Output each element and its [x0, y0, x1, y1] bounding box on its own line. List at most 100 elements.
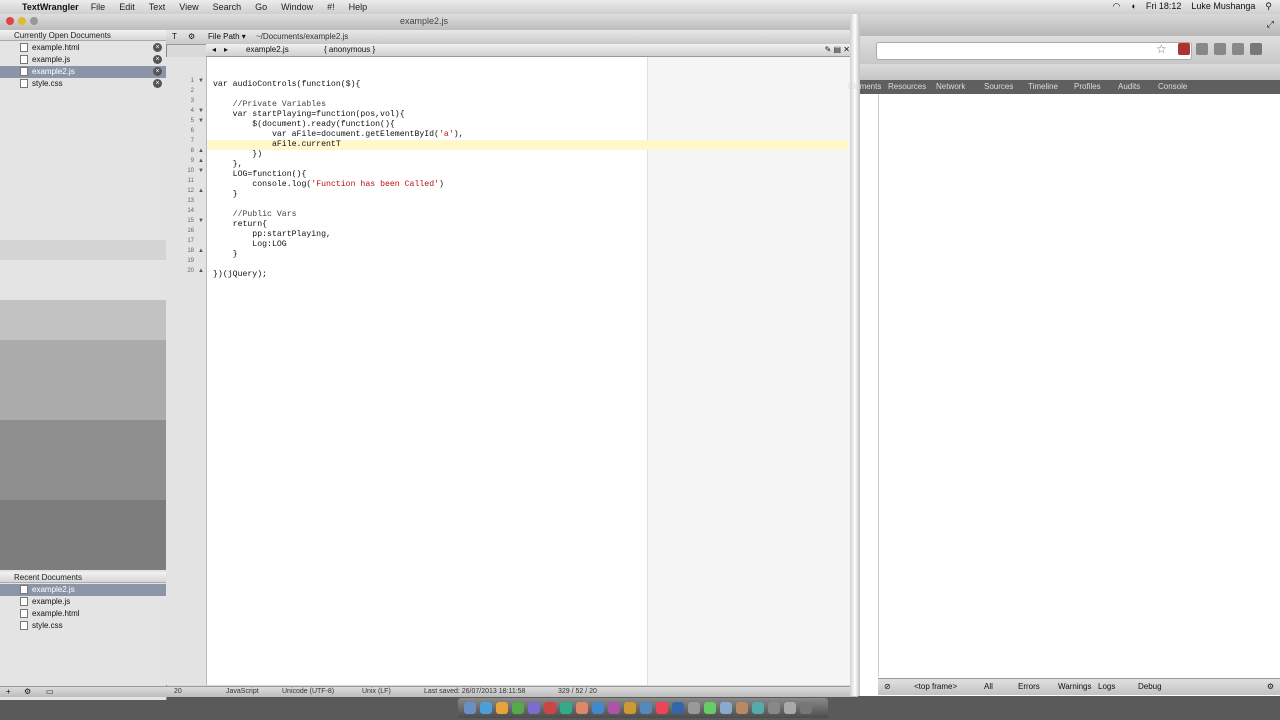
code-line[interactable]: }, — [207, 160, 855, 170]
code-line[interactable] — [207, 200, 855, 210]
devtools-tab[interactable]: Timeline — [1028, 80, 1058, 94]
menu-item[interactable]: File — [91, 2, 106, 12]
dock-app-icon[interactable] — [752, 702, 764, 714]
user-menu[interactable]: Luke Mushanga — [1191, 1, 1255, 12]
counterpart-icon[interactable]: ✎ ▤ ✕ — [825, 44, 850, 56]
fold-toggle-icon[interactable]: ▲ — [197, 146, 205, 156]
code-line[interactable]: //Public Vars — [207, 210, 855, 220]
code-line[interactable]: } — [207, 250, 855, 260]
dock-app-icon[interactable] — [560, 702, 572, 714]
code-line[interactable]: aFile.currentT — [207, 140, 849, 150]
console-filter[interactable]: Errors — [1018, 679, 1040, 695]
console-filter[interactable]: Warnings — [1058, 679, 1092, 695]
gear-icon[interactable]: ⚙ — [24, 687, 31, 697]
encoding-menu[interactable]: Unicode (UTF-8) — [282, 687, 334, 697]
code-line[interactable]: console.log('Function has been Called') — [207, 180, 855, 190]
document-item[interactable]: example.js — [0, 596, 166, 608]
fold-toggle-icon[interactable]: ▲ — [197, 246, 205, 256]
fold-toggle-icon[interactable]: ▼ — [197, 76, 205, 86]
fold-toggle-icon[interactable]: ▲ — [197, 266, 205, 276]
extension-icon[interactable] — [1214, 43, 1226, 55]
file-path-menu[interactable]: File Path ▾ — [208, 30, 246, 44]
dock-app-icon[interactable] — [624, 702, 636, 714]
console-filter[interactable]: Debug — [1138, 679, 1162, 695]
document-item[interactable]: example.html — [0, 608, 166, 620]
close-document-icon[interactable]: × — [153, 79, 162, 88]
document-item[interactable]: example.js × — [0, 54, 166, 66]
extension-icon[interactable] — [1196, 43, 1208, 55]
dock-app-icon[interactable] — [720, 702, 732, 714]
code-line[interactable]: pp:startPlaying, — [207, 230, 855, 240]
dock-app-icon[interactable] — [736, 702, 748, 714]
settings-gear-icon[interactable]: ⚙ — [1267, 679, 1274, 695]
dock-app-icon[interactable] — [592, 702, 604, 714]
frame-select[interactable]: <top frame> — [914, 679, 957, 695]
document-item[interactable]: style.css × — [0, 78, 166, 90]
language-menu[interactable]: JavaScript — [226, 687, 259, 697]
devtools-tab[interactable]: Audits — [1118, 80, 1140, 94]
devtools-tab[interactable]: Console — [1158, 80, 1187, 94]
clock[interactable]: Fri 18:12 — [1146, 1, 1182, 12]
close-window-button[interactable] — [6, 17, 14, 25]
code-line[interactable]: //Private Variables — [207, 100, 855, 110]
function-menu[interactable]: { anonymous } — [324, 44, 375, 56]
code-line[interactable]: }) — [207, 150, 855, 160]
dock-app-icon[interactable] — [544, 702, 556, 714]
gear-icon[interactable]: ⚙ — [188, 30, 195, 44]
forward-arrow-icon[interactable]: ▸ — [224, 44, 228, 56]
devtools-tab[interactable]: Sources — [984, 80, 1013, 94]
filter-all[interactable]: All — [984, 679, 993, 695]
menu-item[interactable]: View — [179, 2, 198, 12]
minimize-window-button[interactable] — [18, 17, 26, 25]
code-line[interactable]: var audioControls(function($){ — [207, 80, 855, 90]
volume-icon[interactable]: ◖ — [1130, 1, 1135, 12]
spotlight-icon[interactable]: ⚲ — [1265, 1, 1272, 12]
fold-toggle-icon[interactable]: ▼ — [197, 106, 205, 116]
dock-app-icon[interactable] — [800, 702, 812, 714]
code-line[interactable]: } — [207, 190, 855, 200]
back-arrow-icon[interactable]: ◂ — [212, 44, 216, 56]
close-document-icon[interactable]: × — [153, 43, 162, 52]
document-item[interactable]: example.html × — [0, 42, 166, 54]
menu-item[interactable]: #! — [327, 2, 335, 12]
dock-app-icon[interactable] — [688, 702, 700, 714]
add-icon[interactable]: + — [6, 687, 11, 697]
devtools-tab[interactable]: Resources — [888, 80, 926, 94]
menu-item[interactable]: Search — [213, 2, 242, 12]
sidebar-toggle-icon[interactable]: ▭ — [46, 687, 54, 697]
fold-toggle-icon[interactable]: ▲ — [197, 156, 205, 166]
clear-console-icon[interactable]: ⊘ — [884, 679, 891, 695]
console-filter[interactable]: Logs — [1098, 679, 1115, 695]
dock-app-icon[interactable] — [608, 702, 620, 714]
dock-app-icon[interactable] — [576, 702, 588, 714]
menu-item[interactable]: Text — [149, 2, 166, 12]
close-document-icon[interactable]: × — [153, 55, 162, 64]
document-item[interactable]: example2.js — [0, 584, 166, 596]
bookmark-star-icon[interactable]: ☆ — [1156, 42, 1167, 56]
close-document-icon[interactable]: × — [153, 67, 162, 76]
code-editor[interactable]: var audioControls(function($){ //Private… — [207, 57, 850, 685]
menu-item[interactable]: Help — [349, 2, 368, 12]
dock-app-icon[interactable] — [496, 702, 508, 714]
dock-app-icon[interactable] — [464, 702, 476, 714]
code-line[interactable]: var aFile=document.getElementById('a'), — [207, 130, 855, 140]
devtools-tab[interactable]: Profiles — [1074, 80, 1101, 94]
extension-icon[interactable] — [1178, 43, 1190, 55]
extension-icon[interactable] — [1232, 43, 1244, 55]
dock-app-icon[interactable] — [768, 702, 780, 714]
text-options-icon[interactable]: T — [172, 30, 177, 44]
fold-toggle-icon[interactable]: ▼ — [197, 166, 205, 176]
menu-item[interactable]: Go — [255, 2, 267, 12]
code-line[interactable]: })(jQuery); — [207, 270, 855, 280]
line-number-status[interactable]: 20 — [174, 687, 182, 697]
dock-app-icon[interactable] — [640, 702, 652, 714]
fold-toggle-icon[interactable]: ▼ — [197, 116, 205, 126]
code-line[interactable]: return{ — [207, 220, 855, 230]
wifi-icon[interactable]: ◠ — [1113, 1, 1121, 12]
code-line[interactable]: $(document).ready(function(){ — [207, 120, 855, 130]
code-line[interactable]: Log:LOG — [207, 240, 855, 250]
dock-app-icon[interactable] — [704, 702, 716, 714]
menu-item[interactable]: Edit — [119, 2, 135, 12]
fold-toggle-icon[interactable]: ▲ — [197, 186, 205, 196]
code-line[interactable] — [207, 90, 855, 100]
